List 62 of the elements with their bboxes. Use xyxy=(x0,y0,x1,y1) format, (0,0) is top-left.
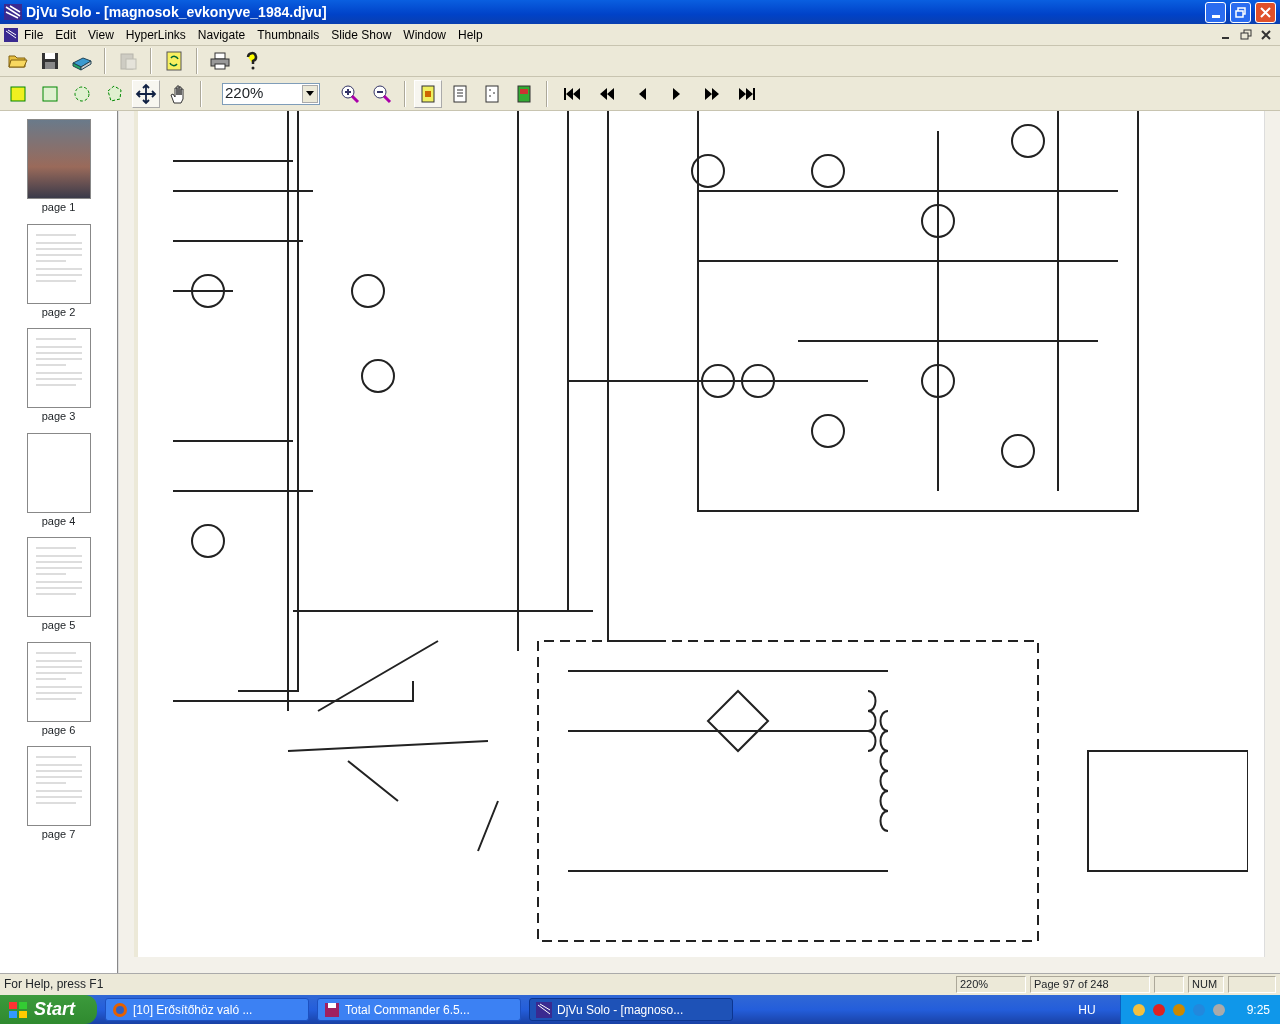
menu-item[interactable]: HyperLinks xyxy=(119,25,192,44)
close-button[interactable] xyxy=(1255,1,1276,23)
page-label: page 2 xyxy=(41,304,76,320)
vertical-scrollbar[interactable] xyxy=(118,111,134,973)
page-count: Page 97 of 248 xyxy=(1030,975,1150,993)
browser-icon xyxy=(112,1001,128,1018)
restore-icon[interactable] xyxy=(1240,28,1252,41)
four-way-arrow-button[interactable] xyxy=(132,79,160,108)
language-indicator[interactable]: HU xyxy=(1078,1000,1096,1019)
clock: 9:25 xyxy=(1246,1001,1270,1019)
start-button[interactable]: Start xyxy=(0,995,97,1024)
page-thumbnail[interactable] xyxy=(26,223,91,304)
page-label: page 5 xyxy=(41,618,76,633)
page-thumbnail[interactable] xyxy=(26,328,91,408)
menu-item[interactable]: Window xyxy=(397,25,452,44)
status-text: For Help, press F1 xyxy=(4,976,104,993)
app-logo-icon xyxy=(4,4,22,20)
horizontal-scrollbar[interactable] xyxy=(134,957,1280,973)
page-thumbnail[interactable] xyxy=(26,641,91,722)
close-icon[interactable] xyxy=(1260,28,1272,41)
menu-item[interactable]: File xyxy=(18,25,50,44)
close-icon xyxy=(1260,6,1271,18)
page-arrows-icon xyxy=(163,50,185,72)
zoom-level: 220% xyxy=(956,975,1026,993)
app-logo-icon xyxy=(536,1001,552,1018)
minimize-icon xyxy=(1211,14,1220,18)
menu-item[interactable]: Thumbnails xyxy=(251,25,326,44)
document-logo-icon xyxy=(4,27,18,42)
zoom-out-icon xyxy=(371,82,393,105)
status-pane xyxy=(1154,975,1184,993)
windows-logo-icon xyxy=(8,1000,28,1019)
taskbar-button[interactable]: DjVu Solo - [magnoso... xyxy=(529,998,733,1021)
printer-icon xyxy=(209,50,231,72)
taskbar-button[interactable]: Total Commander 6.5... xyxy=(317,998,521,1021)
minimize-button[interactable] xyxy=(1205,1,1226,23)
page-label: page 1 xyxy=(41,200,76,215)
restore-icon xyxy=(1235,6,1246,18)
menu-item[interactable]: Edit xyxy=(49,25,83,44)
page-label: page 6 xyxy=(41,722,76,738)
four-way-arrow-icon xyxy=(135,82,157,105)
menu-item[interactable]: Navigate xyxy=(191,25,252,44)
page-thumbnail[interactable] xyxy=(26,746,91,826)
menu-item[interactable]: Slide Show xyxy=(325,25,398,44)
page-thumbnail[interactable] xyxy=(26,537,91,617)
menu-item[interactable]: Help xyxy=(452,25,489,44)
vertical-scrollbar[interactable] xyxy=(1264,111,1280,957)
picture-page-button[interactable] xyxy=(414,79,442,108)
status-pane xyxy=(1228,975,1276,993)
page-label: page 3 xyxy=(41,409,76,424)
cover-photo-placeholder[interactable] xyxy=(26,119,91,199)
taskbar-button[interactable]: [10] Erősítőhöz való ... xyxy=(105,998,309,1021)
menu-item[interactable]: View xyxy=(82,25,120,44)
restore-button[interactable] xyxy=(1230,1,1251,23)
zoom-in-icon xyxy=(339,82,361,105)
caret-icon xyxy=(306,91,314,96)
page-thumbnail[interactable] xyxy=(26,432,91,513)
num-lock-indicator: NUM xyxy=(1188,975,1224,993)
zoom-dropdown[interactable]: 220% xyxy=(222,82,320,105)
page-label: page 4 xyxy=(41,513,76,529)
clipboard-icon xyxy=(117,50,139,72)
page-label: page 7 xyxy=(41,827,76,842)
window-title: DjVu Solo - [magnosok_evkonyve_1984.djvu] xyxy=(26,2,327,22)
